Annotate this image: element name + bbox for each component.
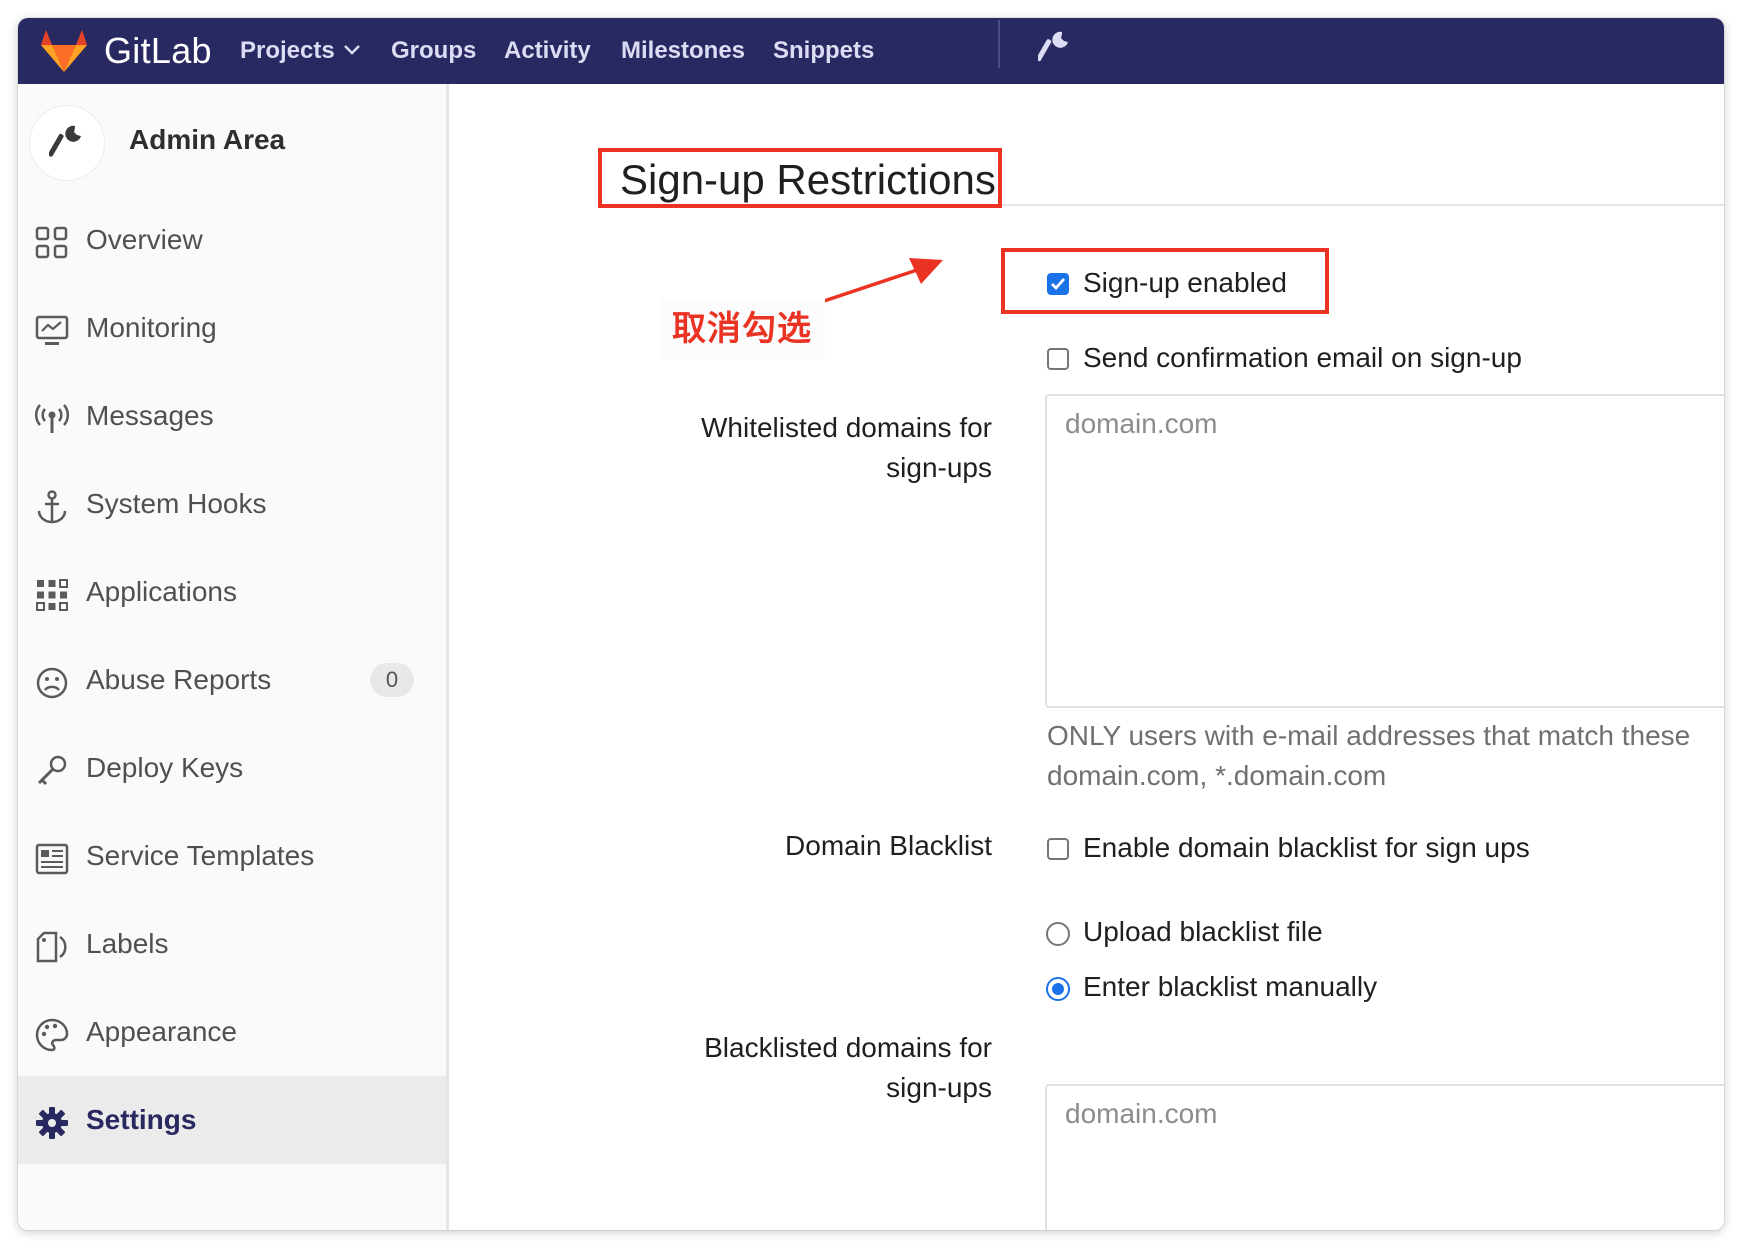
- apps-grid-icon: [36, 579, 68, 611]
- key-icon: [37, 755, 67, 786]
- whitelist-label: Whitelisted domains for sign-ups: [632, 408, 992, 488]
- sidebar-title: Admin Area: [129, 124, 286, 155]
- top-navbar: GitLab Projects Groups Activity Mileston…: [18, 18, 1724, 84]
- sidebar-item-messages[interactable]: Messages: [18, 372, 446, 460]
- sidebar-item-abuse-reports[interactable]: Abuse Reports 0: [18, 636, 446, 724]
- wrench-icon: [49, 125, 81, 157]
- signup-enabled-checkbox[interactable]: [1047, 273, 1069, 295]
- blacklisted-label-line1: Blacklisted domains for: [704, 1032, 992, 1063]
- browser-window: GitLab Projects Groups Activity Mileston…: [18, 18, 1724, 1230]
- label-tag-icon: [36, 931, 67, 963]
- whitelist-label-line2: sign-ups: [886, 452, 992, 483]
- sidebar-item-label: Overview: [86, 224, 203, 255]
- blacklisted-textarea[interactable]: [1045, 1084, 1724, 1230]
- manual-blacklist-label[interactable]: Enter blacklist manually: [1083, 971, 1377, 1003]
- count-badge: 0: [370, 663, 414, 697]
- nav-projects-label: Projects: [240, 37, 335, 64]
- broadcast-icon: [35, 404, 69, 433]
- chevron-down-icon: [343, 44, 360, 55]
- enable-blacklist-checkbox[interactable]: [1047, 838, 1069, 860]
- nav-activity[interactable]: Activity: [504, 18, 591, 84]
- nav-divider: [998, 20, 1000, 68]
- sidebar-item-service-templates[interactable]: Service Templates: [18, 812, 446, 900]
- sidebar-item-label: Deploy Keys: [86, 752, 244, 783]
- section-divider: [1002, 204, 1724, 206]
- sidebar-item-label: Labels: [86, 928, 169, 959]
- send-confirmation-label[interactable]: Send confirmation email on sign-up: [1083, 342, 1522, 374]
- manual-blacklist-radio[interactable]: [1046, 977, 1070, 1001]
- sidebar-item-label: Appearance: [86, 1016, 238, 1047]
- whitelist-label-line1: Whitelisted domains for: [700, 412, 992, 443]
- nav-projects[interactable]: Projects: [240, 18, 361, 84]
- overview-grid-icon: [35, 226, 68, 259]
- whitelist-help-line2: domain.com, *.domain.com: [1047, 760, 1387, 791]
- nav-groups[interactable]: Groups: [391, 18, 476, 84]
- sidebar-item-labels[interactable]: Labels: [18, 900, 446, 988]
- sidebar-item-label: Monitoring: [86, 312, 217, 343]
- sidebar-item-monitoring[interactable]: Monitoring: [18, 284, 446, 372]
- send-confirmation-checkbox[interactable]: [1047, 348, 1069, 370]
- enable-blacklist-label[interactable]: Enable domain blacklist for sign ups: [1083, 832, 1530, 864]
- brand-name[interactable]: GitLab: [104, 18, 212, 84]
- blacklisted-label-line2: sign-ups: [886, 1072, 992, 1103]
- sidebar-item-deploy-keys[interactable]: Deploy Keys: [18, 724, 446, 812]
- admin-sidebar: Admin Area Overview Monitoring Messages …: [18, 84, 449, 1230]
- nav-milestones[interactable]: Milestones: [621, 18, 745, 84]
- sidebar-item-label: Abuse Reports: [86, 664, 272, 695]
- sidebar-item-system-hooks[interactable]: System Hooks: [18, 460, 446, 548]
- sidebar-header[interactable]: Admin Area: [18, 84, 446, 196]
- sidebar-item-label: Service Templates: [86, 840, 315, 871]
- sidebar-item-appearance[interactable]: Appearance: [18, 988, 446, 1076]
- settings-main: Sign-up Restrictions Sign-up enabled 取消勾…: [449, 84, 1724, 1230]
- sidebar-item-label: Messages: [86, 400, 214, 431]
- sidebar-item-label: Applications: [86, 576, 237, 607]
- wrench-icon[interactable]: [1038, 28, 1074, 68]
- admin-avatar: [30, 106, 104, 180]
- sidebar-item-overview[interactable]: Overview: [18, 196, 446, 284]
- template-icon: [35, 843, 69, 875]
- nav-snippets[interactable]: Snippets: [773, 18, 874, 84]
- annotation-arrow-icon: [814, 258, 943, 306]
- sidebar-item-label: System Hooks: [86, 488, 267, 519]
- upload-blacklist-label[interactable]: Upload blacklist file: [1083, 916, 1323, 948]
- gear-icon: [36, 1107, 68, 1139]
- domain-blacklist-label: Domain Blacklist: [785, 830, 992, 861]
- anchor-icon: [37, 490, 67, 524]
- whitelist-textarea[interactable]: [1045, 394, 1724, 708]
- signup-enabled-label[interactable]: Sign-up enabled: [1083, 267, 1287, 299]
- sad-face-icon: [36, 667, 68, 699]
- sidebar-item-label: Settings: [86, 1104, 197, 1135]
- section-title: Sign-up Restrictions: [620, 156, 996, 203]
- palette-icon: [35, 1018, 69, 1052]
- monitor-icon: [35, 315, 69, 345]
- whitelist-help-line1: ONLY users with e-mail addresses that ma…: [1047, 720, 1691, 751]
- checkmark-icon: [1051, 278, 1066, 291]
- gitlab-logo-icon[interactable]: [38, 26, 90, 74]
- blacklisted-label: Blacklisted domains for sign-ups: [632, 1028, 992, 1108]
- sidebar-item-applications[interactable]: Applications: [18, 548, 446, 636]
- upload-blacklist-radio[interactable]: [1046, 922, 1070, 946]
- sidebar-item-settings[interactable]: Settings: [18, 1076, 446, 1164]
- annotation-note: 取消勾选: [659, 298, 825, 360]
